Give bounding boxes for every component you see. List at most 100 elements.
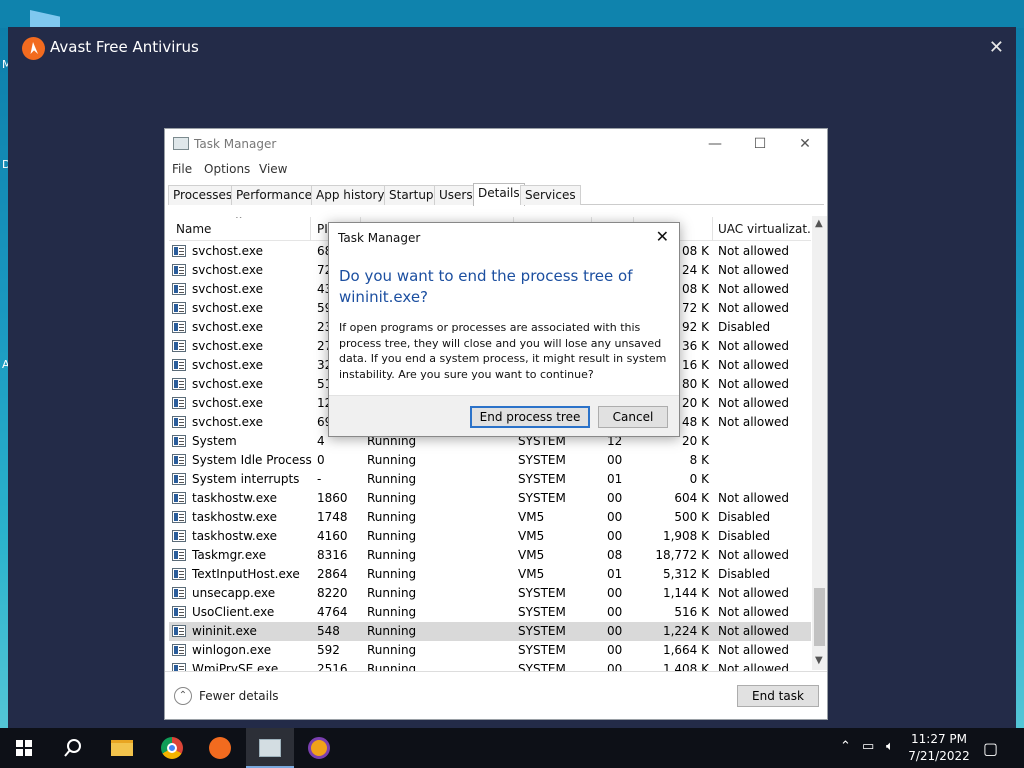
- process-icon: [172, 587, 186, 599]
- cancel-button[interactable]: Cancel: [598, 406, 668, 428]
- tab-services[interactable]: Services: [520, 185, 581, 205]
- cell-cpu: 00: [607, 453, 623, 467]
- tab-app-history[interactable]: App history: [311, 185, 390, 205]
- cell-name: System: [192, 434, 237, 448]
- cell-pid: 4764: [317, 605, 348, 619]
- maximize-button[interactable]: ☐: [742, 133, 778, 155]
- table-row[interactable]: System Idle Process 0 Running SYSTEM 00 8 K: [169, 451, 811, 470]
- cell-status: Running: [367, 662, 417, 671]
- task-manager-taskbar-button[interactable]: [246, 728, 294, 768]
- cell-status: Running: [367, 510, 417, 524]
- process-icon: [172, 663, 186, 671]
- cell-cpu: 01: [607, 567, 623, 581]
- table-row[interactable]: UsoClient.exe 4764 Running SYSTEM 00 516 K Not…: [169, 603, 811, 622]
- cell-name: TextInputHost.exe: [192, 567, 300, 581]
- end-process-tree-button[interactable]: End process tree: [470, 406, 590, 428]
- end-task-button[interactable]: End task: [737, 685, 819, 707]
- task-manager-icon: [173, 137, 189, 150]
- cell-uac: Not allowed: [718, 377, 790, 391]
- process-icon: [172, 568, 186, 580]
- table-row[interactable]: winlogon.exe 592 Running SYSTEM 00 1,664 K Not…: [169, 641, 811, 660]
- scroll-up-icon[interactable]: ▲: [815, 218, 823, 229]
- column-name[interactable]: Name: [176, 222, 211, 236]
- process-icon: [172, 492, 186, 504]
- show-hidden-icons-icon[interactable]: ⌃: [840, 739, 851, 754]
- file-explorer-icon: [111, 740, 133, 756]
- cell-status: Running: [367, 605, 417, 619]
- fewer-details-link[interactable]: Fewer details: [199, 689, 279, 703]
- notifications-icon[interactable]: ▢: [983, 739, 998, 758]
- chevron-up-icon[interactable]: ⌃: [174, 687, 192, 705]
- table-row[interactable]: System interrupts - Running SYSTEM 01 0 K: [169, 470, 811, 489]
- table-row[interactable]: TextInputHost.exe 2864 Running VM5 01 5,312 K…: [169, 565, 811, 584]
- cell-uac: Not allowed: [718, 586, 790, 600]
- start-button[interactable]: [0, 728, 48, 768]
- table-row[interactable]: wininit.exe 548 Running SYSTEM 00 1,224 K Not …: [169, 622, 811, 641]
- menu-options[interactable]: Options: [204, 162, 250, 176]
- table-row[interactable]: Taskmgr.exe 8316 Running VM5 08 18,772 K Not a…: [169, 546, 811, 565]
- cell-mem: 604 K: [674, 491, 709, 505]
- cell-name: UsoClient.exe: [192, 605, 275, 619]
- cell-cpu: 01: [607, 472, 623, 486]
- close-button[interactable]: ✕: [787, 133, 823, 155]
- scroll-down-icon[interactable]: ▼: [815, 655, 823, 666]
- cell-name: svchost.exe: [192, 415, 263, 429]
- cell-uac: Not allowed: [718, 263, 790, 277]
- search-button[interactable]: [48, 728, 96, 768]
- tab-details[interactable]: Details: [473, 183, 525, 206]
- cell-cpu: 00: [607, 605, 623, 619]
- cell-name: svchost.exe: [192, 301, 263, 315]
- table-row[interactable]: taskhostw.exe 1860 Running SYSTEM 00 604 K Not…: [169, 489, 811, 508]
- windows-start-icon: [16, 740, 33, 757]
- tab-users[interactable]: Users: [434, 185, 478, 205]
- menu-view[interactable]: View: [259, 162, 287, 176]
- volume-icon[interactable]: 🔈︎: [886, 739, 894, 754]
- vertical-scrollbar[interactable]: ▲ ▼: [812, 216, 827, 670]
- file-explorer-button[interactable]: [98, 728, 146, 768]
- cell-uac: Not allowed: [718, 605, 790, 619]
- taskbar-clock[interactable]: 11:27 PM 7/21/2022: [906, 731, 972, 765]
- tab-startup[interactable]: Startup: [384, 185, 439, 205]
- cell-mem: 72 K: [682, 301, 709, 315]
- network-icon[interactable]: ▭: [862, 739, 874, 754]
- cell-uac: Disabled: [718, 529, 771, 543]
- menu-file[interactable]: File: [172, 162, 192, 176]
- cell-uac: Not allowed: [718, 491, 790, 505]
- vpn-taskbar-button[interactable]: [294, 728, 342, 768]
- avast-taskbar-button[interactable]: [196, 728, 244, 768]
- table-row[interactable]: taskhostw.exe 4160 Running VM5 00 1,908 K Disa…: [169, 527, 811, 546]
- column-separator[interactable]: [310, 217, 311, 241]
- cell-cpu: 00: [607, 510, 623, 524]
- chrome-button[interactable]: [148, 728, 196, 768]
- table-row[interactable]: taskhostw.exe 1748 Running VM5 00 500 K Disabl…: [169, 508, 811, 527]
- cell-name: svchost.exe: [192, 282, 263, 296]
- cell-uac: Disabled: [718, 510, 771, 524]
- cell-pid: 548: [317, 624, 340, 638]
- cell-status: Running: [367, 453, 417, 467]
- cell-status: Running: [367, 529, 417, 543]
- dialog-button-bar: End process tree Cancel: [329, 395, 679, 436]
- table-row[interactable]: unsecapp.exe 8220 Running SYSTEM 00 1,144 K No…: [169, 584, 811, 603]
- dialog-close-icon[interactable]: ✕: [656, 227, 669, 246]
- cell-mem: 18,772 K: [655, 548, 709, 562]
- cell-name: taskhostw.exe: [192, 529, 277, 543]
- cell-mem: 0 K: [689, 472, 709, 486]
- process-icon: [172, 435, 186, 447]
- table-row[interactable]: WmiPrvSE.exe 2516 Running SYSTEM 00 1,408 K No…: [169, 660, 811, 671]
- tab-performance[interactable]: Performance: [231, 185, 318, 205]
- cell-pid: 8220: [317, 586, 348, 600]
- cell-name: System Idle Process: [192, 453, 312, 467]
- cell-pid: 8316: [317, 548, 348, 562]
- avast-close-button[interactable]: ✕: [989, 37, 1004, 58]
- column-separator[interactable]: [712, 217, 713, 241]
- tab-processes[interactable]: Processes: [168, 185, 238, 205]
- cell-pid: 4160: [317, 529, 348, 543]
- column-pid[interactable]: PI: [317, 222, 328, 236]
- scrollbar-thumb[interactable]: [814, 588, 825, 646]
- column-uac-virtualization[interactable]: UAC virtualizat...: [718, 222, 818, 236]
- minimize-button[interactable]: —: [697, 133, 733, 155]
- cell-name: taskhostw.exe: [192, 491, 277, 505]
- cell-status: Running: [367, 548, 417, 562]
- cell-uac: Not allowed: [718, 301, 790, 315]
- cell-cpu: 00: [607, 662, 623, 671]
